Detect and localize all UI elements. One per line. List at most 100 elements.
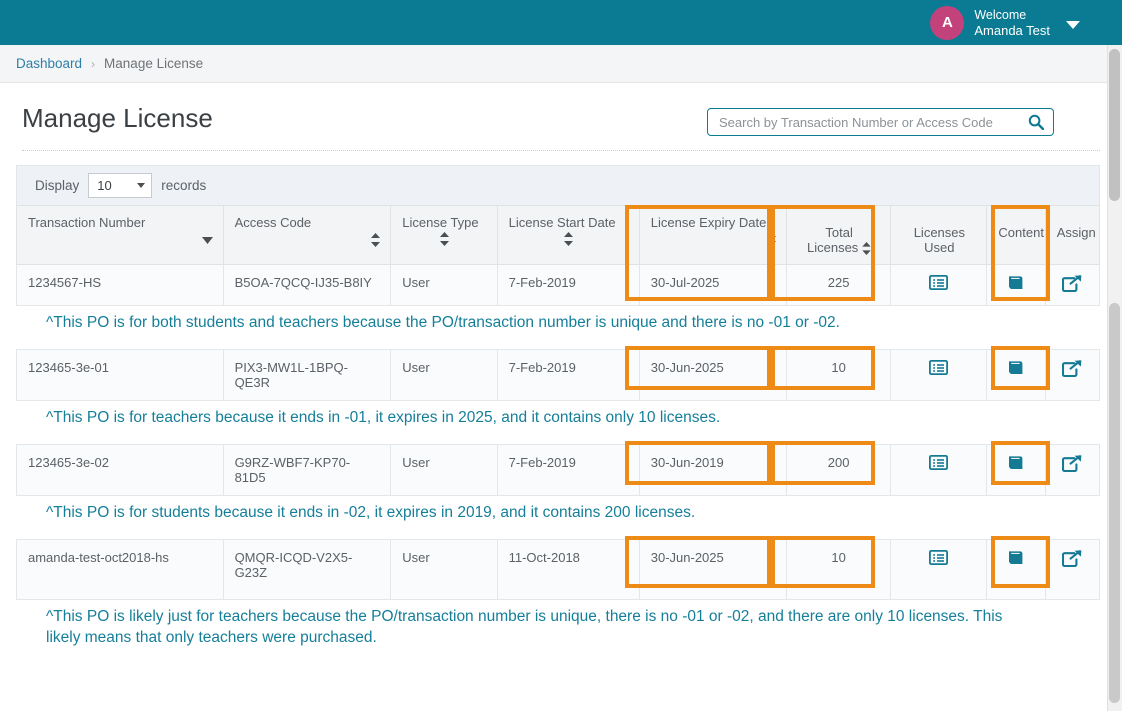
cell-license-start-date: 7-Feb-2019 bbox=[497, 445, 639, 496]
sort-both-icon[interactable] bbox=[402, 232, 486, 249]
welcome-label: Welcome bbox=[974, 8, 1050, 23]
cell-assign bbox=[1045, 540, 1099, 600]
annotation-row-2: ^This PO is for students because it ends… bbox=[0, 496, 1122, 523]
column-label: Transaction Number bbox=[28, 215, 213, 230]
license-table-block-3: amanda-test-oct2018-hs QMQR-ICQD-V2X5-G2… bbox=[16, 539, 1100, 600]
records-label: records bbox=[161, 178, 206, 193]
cell-content bbox=[987, 445, 1045, 496]
cell-total-licenses: 200 bbox=[787, 445, 891, 496]
column-header-license-expiry-date[interactable]: License Expiry Date bbox=[639, 206, 786, 265]
cell-license-start-date: 7-Feb-2019 bbox=[497, 265, 639, 306]
annotation-row-3: ^This PO is likely just for teachers bec… bbox=[0, 600, 1122, 648]
list-icon[interactable] bbox=[929, 275, 948, 290]
breadcrumb-item-dashboard[interactable]: Dashboard bbox=[16, 56, 82, 71]
cell-assign bbox=[1045, 350, 1099, 401]
cell-licenses-used bbox=[891, 445, 987, 496]
cell-transaction-number: 123465-3e-01 bbox=[17, 350, 224, 401]
column-label: Total Licenses bbox=[807, 225, 858, 255]
column-header-content: Content bbox=[987, 206, 1045, 265]
table-row: 123465-3e-01 PIX3-MW1L-1BPQ-QE3R User 7-… bbox=[17, 350, 1100, 401]
cell-license-expiry-date: 30-Jul-2025 bbox=[639, 265, 786, 306]
table-row: 123465-3e-02 G9RZ-WBF7-KP70-81D5 User 7-… bbox=[17, 445, 1100, 496]
share-icon[interactable] bbox=[1062, 275, 1082, 292]
cell-access-code: QMQR-ICQD-V2X5-G23Z bbox=[223, 540, 391, 600]
cell-licenses-used bbox=[891, 350, 987, 401]
cell-total-licenses: 10 bbox=[787, 350, 891, 401]
list-icon[interactable] bbox=[929, 550, 948, 565]
user-menu[interactable]: A Welcome Amanda Test bbox=[930, 6, 1080, 40]
table-header-row: Transaction Number Access Code License T… bbox=[17, 206, 1100, 265]
display-bar: Display 10 records bbox=[16, 165, 1100, 205]
cell-content bbox=[987, 350, 1045, 401]
table-toolbar-card: Display 10 records bbox=[16, 165, 1100, 205]
title-divider bbox=[22, 150, 1100, 151]
cell-content bbox=[987, 540, 1045, 600]
column-header-assign: Assign bbox=[1045, 206, 1099, 265]
cell-transaction-number: 123465-3e-02 bbox=[17, 445, 224, 496]
license-table-block-1: 123465-3e-01 PIX3-MW1L-1BPQ-QE3R User 7-… bbox=[16, 349, 1100, 401]
scrollbar-thumb[interactable] bbox=[1109, 303, 1120, 703]
cell-assign bbox=[1045, 265, 1099, 306]
breadcrumb-separator-icon: › bbox=[91, 57, 95, 71]
column-header-transaction-number[interactable]: Transaction Number bbox=[17, 206, 224, 265]
license-table-row-2: 123465-3e-01 PIX3-MW1L-1BPQ-QE3R User 7-… bbox=[16, 349, 1100, 401]
cell-license-expiry-date: 30-Jun-2025 bbox=[639, 350, 786, 401]
share-icon[interactable] bbox=[1062, 360, 1082, 377]
column-header-access-code[interactable]: Access Code bbox=[223, 206, 391, 265]
sort-both-icon[interactable] bbox=[651, 232, 776, 249]
share-icon[interactable] bbox=[1062, 455, 1082, 472]
cell-licenses-used bbox=[891, 265, 987, 306]
search-box[interactable] bbox=[707, 108, 1054, 136]
chevron-down-icon bbox=[137, 183, 145, 188]
page-header: Manage License bbox=[0, 83, 1122, 136]
sort-desc-icon[interactable] bbox=[202, 233, 213, 248]
records-per-page-select[interactable]: 10 bbox=[88, 173, 152, 198]
search-input[interactable] bbox=[717, 114, 1028, 131]
license-table: Transaction Number Access Code License T… bbox=[16, 205, 1100, 306]
column-label: License Type bbox=[402, 215, 486, 230]
sort-both-icon[interactable] bbox=[509, 232, 629, 249]
cell-license-expiry-date: 30-Jun-2019 bbox=[639, 445, 786, 496]
table-row: amanda-test-oct2018-hs QMQR-ICQD-V2X5-G2… bbox=[17, 540, 1100, 600]
display-label: Display bbox=[35, 178, 79, 193]
cell-license-type: User bbox=[391, 540, 497, 600]
sort-both-icon[interactable] bbox=[862, 242, 871, 255]
cell-license-start-date: 7-Feb-2019 bbox=[497, 350, 639, 401]
sort-both-icon[interactable] bbox=[371, 233, 380, 250]
share-icon[interactable] bbox=[1062, 550, 1082, 567]
column-header-total-licenses[interactable]: Total Licenses bbox=[787, 206, 891, 265]
column-header-license-type[interactable]: License Type bbox=[391, 206, 497, 265]
column-label: Assign bbox=[1057, 225, 1096, 240]
book-icon[interactable] bbox=[1007, 360, 1025, 376]
page-title: Manage License bbox=[22, 101, 213, 135]
top-bar: A Welcome Amanda Test bbox=[0, 0, 1122, 45]
cell-license-start-date: 11-Oct-2018 bbox=[497, 540, 639, 600]
book-icon[interactable] bbox=[1007, 275, 1025, 291]
column-header-license-start-date[interactable]: License Start Date bbox=[497, 206, 639, 265]
search-area bbox=[707, 108, 1054, 136]
page-scrollbar[interactable] bbox=[1107, 45, 1122, 711]
list-icon[interactable] bbox=[929, 455, 948, 470]
avatar: A bbox=[930, 6, 964, 40]
welcome-block: Welcome Amanda Test bbox=[974, 8, 1050, 38]
cell-license-expiry-date: 30-Jun-2025 bbox=[639, 540, 786, 600]
chevron-down-icon[interactable] bbox=[1066, 21, 1080, 29]
scrollbar-thumb-top[interactable] bbox=[1109, 49, 1120, 201]
cell-license-type: User bbox=[391, 265, 497, 306]
book-icon[interactable] bbox=[1007, 455, 1025, 471]
list-icon[interactable] bbox=[929, 360, 948, 375]
column-label: License Start Date bbox=[509, 215, 629, 230]
annotation-row-0: ^This PO is for both students and teache… bbox=[0, 306, 1122, 333]
book-icon[interactable] bbox=[1007, 550, 1025, 566]
search-icon[interactable] bbox=[1028, 114, 1044, 130]
cell-licenses-used bbox=[891, 540, 987, 600]
license-table-row-4: amanda-test-oct2018-hs QMQR-ICQD-V2X5-G2… bbox=[16, 539, 1100, 600]
column-header-licenses-used: Licenses Used bbox=[891, 206, 987, 265]
column-label: Access Code bbox=[235, 215, 381, 230]
table-row: 1234567-HS B5OA-7QCQ-IJ35-B8IY User 7-Fe… bbox=[17, 265, 1100, 306]
column-label: License Expiry Date bbox=[651, 215, 776, 230]
license-table-block-0: Transaction Number Access Code License T… bbox=[16, 205, 1100, 306]
breadcrumb-item-current: Manage License bbox=[104, 56, 203, 71]
records-per-page-value: 10 bbox=[97, 178, 111, 193]
license-table-row-3: 123465-3e-02 G9RZ-WBF7-KP70-81D5 User 7-… bbox=[16, 444, 1100, 496]
